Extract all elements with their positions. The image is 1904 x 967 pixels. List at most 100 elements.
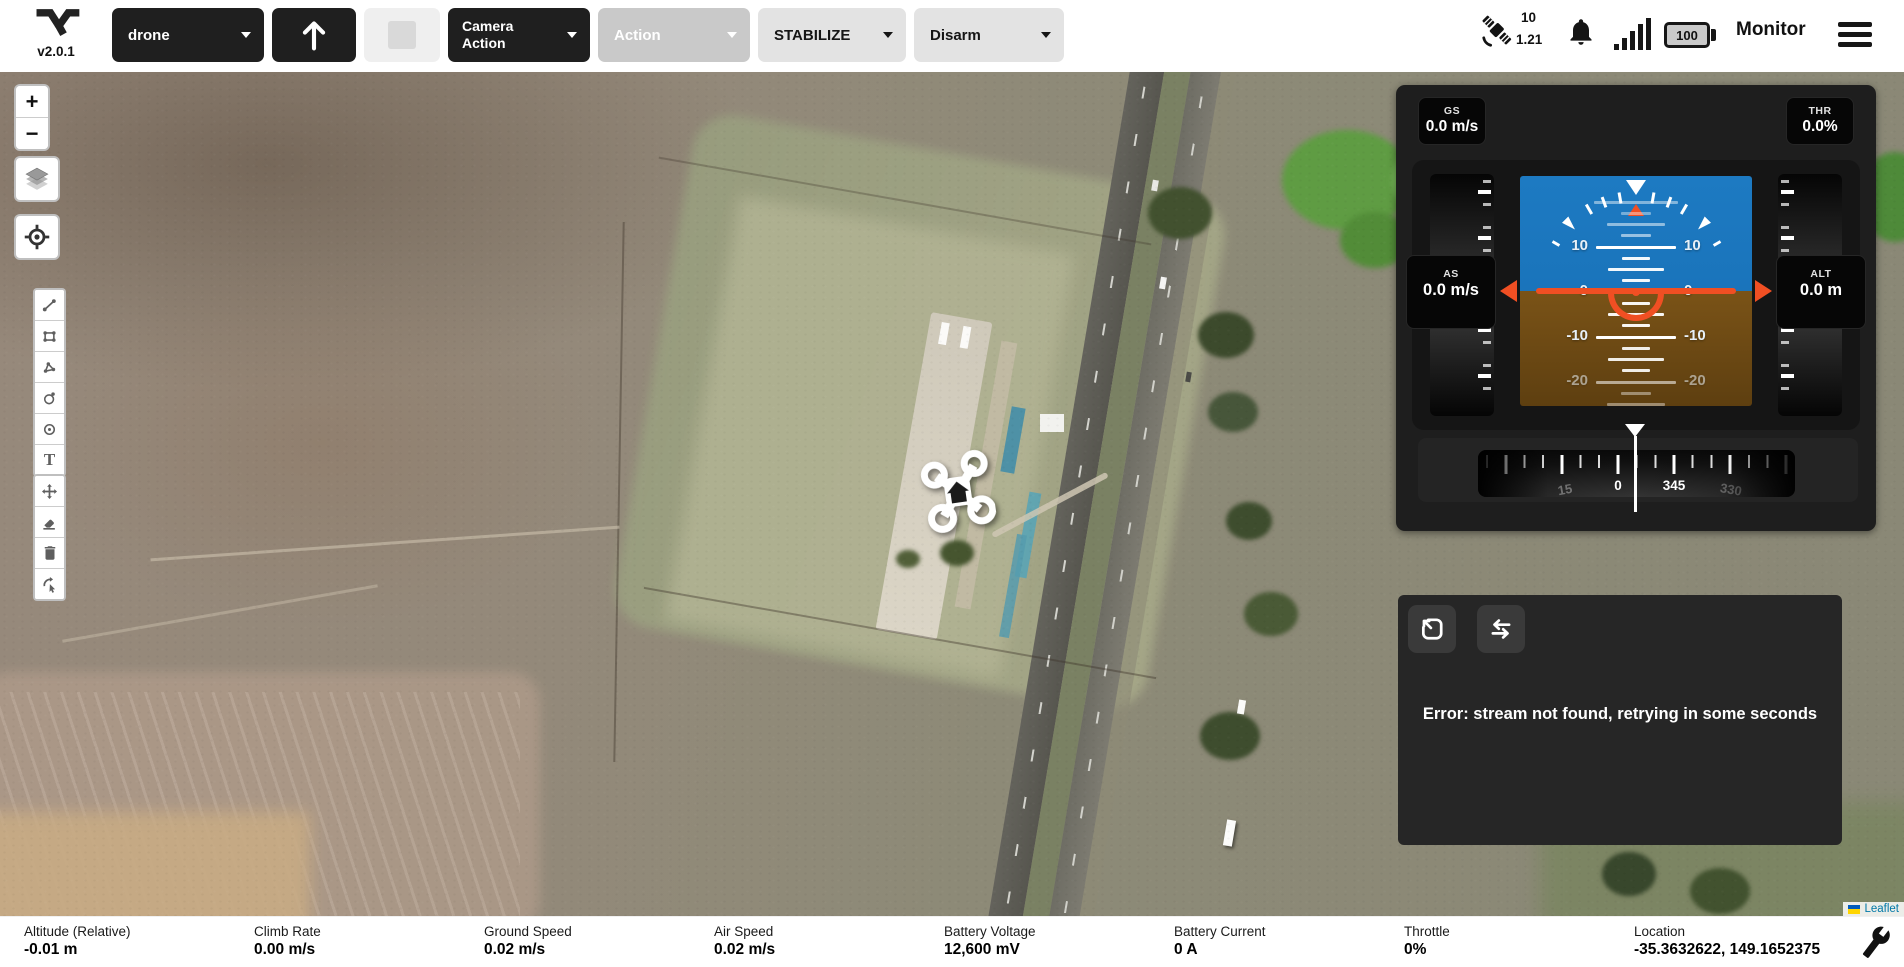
map-tree [1602,852,1656,896]
status-value: 0% [1404,941,1634,959]
zoom-in-button[interactable]: + [16,86,48,117]
map-vehicle [1159,277,1167,290]
signal-strength-icon [1614,18,1651,50]
status-label: Altitude (Relative) [24,924,254,939]
leaflet-link[interactable]: Leaflet [1864,903,1899,915]
horizon-right-arrow-icon [1755,280,1772,302]
circle-icon [40,389,59,408]
status-item: Climb Rate 0.00 m/s [254,917,484,967]
pitch-line [1596,246,1676,249]
pitch-label: -20 [1684,372,1724,389]
status-item: Location -35.3632622, 149.1652375 [1634,917,1874,967]
gps-hdop: 1.21 [1516,32,1542,47]
draw-circle-marker-button[interactable] [35,414,64,445]
draw-text-button[interactable]: T [35,445,64,475]
draw-polygon-button[interactable] [35,352,64,383]
inactive-square-button[interactable] [364,8,440,62]
map-track [150,526,619,562]
layers-control-button[interactable] [14,156,60,202]
arm-disarm-dropdown[interactable]: Disarm [914,8,1064,62]
compass-label: 15 [1549,480,1581,497]
zoom-out-button[interactable]: − [16,118,48,149]
arrow-up-button[interactable] [272,8,356,62]
status-value: -35.3632622, 149.1652375 [1634,941,1874,959]
drone-marker[interactable] [917,446,998,539]
delete-button[interactable] [35,538,64,569]
attitude-instrument: 10 10 0 0 -10 -10 -20 -20 AS 0.0 m/s ALT… [1412,160,1860,430]
flight-mode-dropdown[interactable]: STABILIZE [758,8,906,62]
hamburger-menu-icon[interactable] [1838,22,1872,47]
map-tree [1282,130,1412,230]
draw-polyline-button[interactable] [35,290,64,321]
status-value: 0 A [1174,941,1404,959]
pitch-line [1607,223,1665,226]
aircraft-center-dot [1632,288,1640,296]
map-tree [1200,712,1260,760]
compass-fade [1478,450,1548,497]
pitch-line [1608,358,1664,361]
status-item: Ground Speed 0.02 m/s [484,917,714,967]
hud-panel: GS 0.0 m/s THR 0.0% [1396,85,1876,531]
locate-control-button[interactable] [14,214,60,260]
status-value: -0.01 m [24,941,254,959]
pitch-line [1596,381,1676,384]
pitch-line [1622,257,1650,260]
status-value: 0.02 m/s [484,941,714,959]
video-swap-button[interactable] [1477,605,1525,653]
pitch-label: 10 [1684,237,1724,254]
pitch-line [1622,324,1650,327]
drag-layers-button[interactable] [35,476,64,507]
map-zoom-control: + − [14,84,50,151]
rotate-layers-button[interactable] [35,569,64,599]
map-tree [1208,392,1258,432]
map-track [991,472,1109,538]
draw-rectangle-button[interactable] [35,321,64,352]
vehicle-select-dropdown[interactable]: drone [112,8,264,62]
pitch-line [1622,279,1650,282]
map-vehicle [1237,700,1246,715]
map-terrain-patch [0,672,540,916]
action-dropdown-disabled[interactable]: Action [598,8,750,62]
gs-label: GS [1419,105,1485,117]
compass-label: 345 [1656,478,1692,493]
pitch-line [1622,347,1650,350]
camera-action-dropdown[interactable]: Camera Action [448,8,590,62]
draw-toolbar: T [33,288,66,477]
gs-value: 0.0 m/s [1419,118,1485,136]
draw-circle-button[interactable] [35,383,64,414]
rotate-icon [40,575,59,594]
status-item: Altitude (Relative) -0.01 m [24,917,254,967]
as-label: AS [1407,268,1495,280]
monitor-menu-label[interactable]: Monitor [1736,19,1806,41]
compass-strip: 0 345 15 330 [1418,438,1858,502]
alt-label: ALT [1777,268,1865,280]
status-label: Battery Voltage [944,924,1174,939]
map-tree [1244,592,1298,636]
telemetry-status-bar: Altitude (Relative) -0.01 m Climb Rate 0… [0,916,1904,967]
throttle-box: THR 0.0% [1786,97,1854,145]
polygon-icon [40,358,59,377]
arm-disarm-label: Disarm [930,27,981,44]
settings-wrench-button[interactable] [1860,926,1892,958]
chevron-down-icon [727,32,737,38]
video-panel: Error: stream not found, retrying in som… [1398,595,1842,845]
map-field-boundary [613,222,624,762]
thr-label: THR [1787,105,1853,117]
map-building [1000,406,1025,473]
vehicle-select-label: drone [128,27,170,44]
wrench-icon [1858,924,1894,960]
status-label: Climb Rate [254,924,484,939]
video-popout-button[interactable] [1408,605,1456,653]
top-toolbar: v2.0.1 drone Camera Action Action STABIL… [0,0,1904,72]
map-terrain-patch [0,72,760,392]
airspeed-box: AS 0.0 m/s [1406,255,1496,329]
compass-label: 0 [1608,478,1628,493]
eraser-icon [40,513,59,532]
status-item: Battery Current 0 A [1174,917,1404,967]
status-item: Throttle 0% [1404,917,1634,967]
eraser-button[interactable] [35,507,64,538]
notifications-bell-icon[interactable] [1566,16,1596,48]
battery-icon: 100 [1664,22,1710,48]
map-building [1040,414,1064,432]
heading-lubber-line [1634,436,1637,512]
